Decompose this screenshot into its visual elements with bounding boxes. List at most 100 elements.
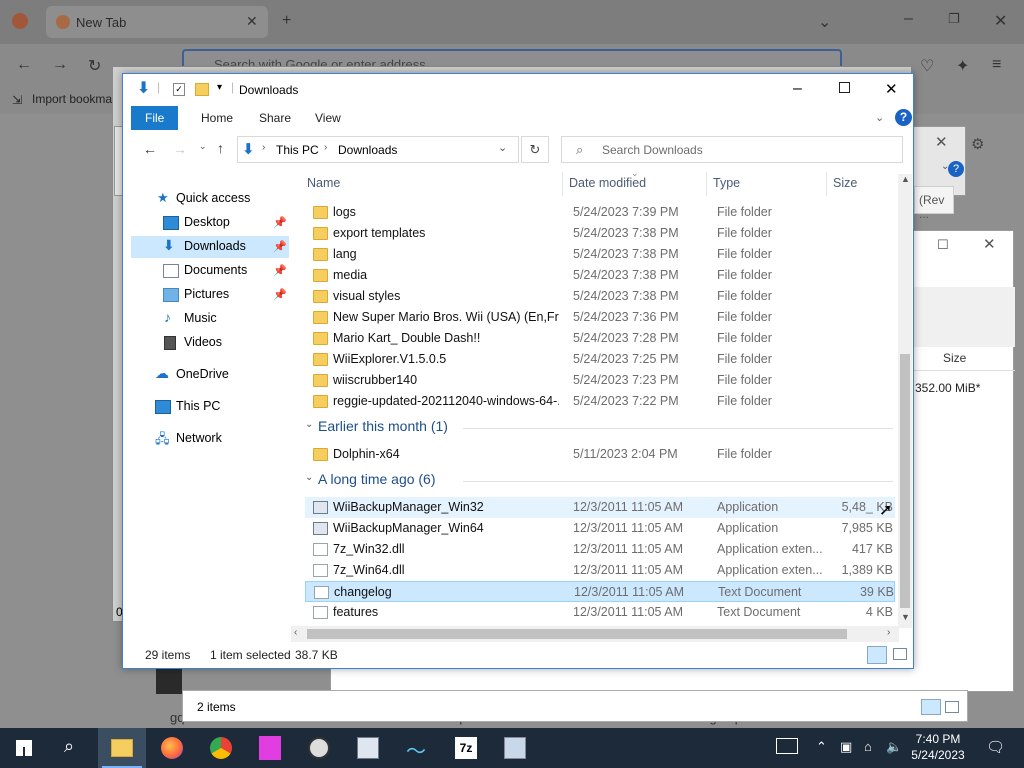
recent-locations-icon[interactable]: ⌄ bbox=[199, 141, 207, 152]
taskbar-dolphin[interactable]: 〜 bbox=[393, 728, 441, 768]
taskbar-notepad[interactable] bbox=[491, 728, 539, 768]
details-view-icon[interactable] bbox=[867, 646, 887, 664]
scroll-thumb[interactable] bbox=[900, 354, 910, 608]
refresh-button[interactable]: ↻ bbox=[521, 136, 549, 163]
taskbar-app-pink[interactable] bbox=[246, 728, 294, 768]
list-item[interactable]: media 5/24/2023 7:38 PM File folder bbox=[305, 265, 895, 286]
pin-icon[interactable]: 📌 bbox=[273, 216, 287, 229]
nav-quick-access[interactable]: ★ Quick access bbox=[131, 188, 289, 210]
nav-videos[interactable]: Videos bbox=[131, 332, 289, 354]
horizontal-scrollbar[interactable]: ‹ › bbox=[291, 626, 899, 642]
taskbar-app-wbm[interactable] bbox=[344, 728, 392, 768]
list-item-selected[interactable]: changelog 12/3/2011 11:05 AM Text Document… bbox=[305, 581, 895, 602]
search-button[interactable]: ⌕ bbox=[48, 728, 96, 768]
large-icons-view-icon[interactable] bbox=[893, 648, 907, 660]
close-icon[interactable]: ✕ bbox=[994, 11, 1007, 31]
list-item[interactable]: 7z_Win32.dll 12/3/2011 11:05 AM Applicatio… bbox=[305, 539, 895, 560]
list-item[interactable]: WiiBackupManager_Win64 12/3/2011 11:05 AM… bbox=[305, 518, 895, 539]
column-divider[interactable] bbox=[826, 172, 827, 196]
taskbar-app-face[interactable] bbox=[295, 728, 343, 768]
close-icon[interactable]: ✕ bbox=[983, 235, 996, 253]
breadcrumb-downloads[interactable]: Downloads bbox=[338, 143, 397, 157]
scroll-up-icon[interactable]: ▲ bbox=[901, 174, 910, 184]
revision-field[interactable]: (Rev ... bbox=[914, 186, 954, 221]
expand-ribbon-icon[interactable]: ⌄ bbox=[875, 111, 884, 124]
nav-desktop[interactable]: Desktop 📌 bbox=[131, 212, 289, 234]
address-dropdown-icon[interactable]: ⌄ bbox=[498, 141, 507, 154]
browser-tab[interactable]: New Tab ✕ bbox=[46, 6, 268, 38]
scroll-thumb[interactable] bbox=[307, 629, 847, 639]
large-icons-view-icon[interactable] bbox=[945, 701, 959, 713]
new-folder-icon[interactable] bbox=[195, 83, 209, 96]
maximize-icon[interactable] bbox=[839, 82, 850, 93]
taskbar-file-explorer[interactable] bbox=[98, 728, 146, 768]
pin-icon[interactable]: 📌 bbox=[273, 264, 287, 277]
close-tab-icon[interactable]: ✕ bbox=[246, 13, 258, 30]
list-item[interactable]: wiiscrubber140 5/24/2023 7:23 PM File fold… bbox=[305, 370, 895, 391]
list-item[interactable]: visual styles 5/24/2023 7:38 PM File folde… bbox=[305, 286, 895, 307]
tab-share[interactable]: Share bbox=[245, 106, 305, 130]
search-input[interactable]: ⌕ Search Downloads bbox=[561, 136, 903, 163]
new-tab-icon[interactable]: + bbox=[282, 12, 291, 30]
taskbar-7zip[interactable]: 7z bbox=[442, 728, 490, 768]
nav-pictures[interactable]: Pictures 📌 bbox=[131, 284, 289, 306]
notifications-icon[interactable]: 🗨 bbox=[986, 738, 1005, 756]
vertical-scrollbar[interactable]: ▲ ▼ bbox=[898, 174, 912, 628]
forward-icon[interactable]: → bbox=[52, 56, 68, 74]
list-item[interactable]: 7z_Win64.dll 12/3/2011 11:05 AM Applicatio… bbox=[305, 560, 895, 581]
firefox-icon[interactable] bbox=[12, 13, 28, 29]
nav-music[interactable]: ♪ Music bbox=[131, 308, 289, 330]
scroll-right-icon[interactable]: › bbox=[887, 627, 890, 638]
list-item[interactable]: WiiBackupManager_Win32 12/3/2011 11:05 AM… bbox=[305, 497, 895, 518]
column-divider[interactable] bbox=[706, 172, 707, 196]
list-item[interactable]: Dolphin-x64 5/11/2023 2:04 PM File folder bbox=[305, 444, 895, 465]
scroll-left-icon[interactable]: ‹ bbox=[294, 627, 297, 638]
collapse-chevron-icon[interactable]: ⌄ bbox=[305, 419, 313, 430]
column-size[interactable]: Size bbox=[833, 176, 857, 190]
back-icon[interactable]: ← bbox=[143, 141, 157, 157]
details-view-icon[interactable] bbox=[921, 699, 941, 715]
restore-icon[interactable]: ❐ bbox=[948, 11, 960, 27]
tab-home[interactable]: Home bbox=[187, 106, 247, 130]
collapse-chevron-icon[interactable]: ⌄ bbox=[305, 472, 313, 483]
network-icon[interactable]: ⌂ bbox=[864, 739, 872, 754]
clock[interactable]: 7:40 PM 5/24/2023 bbox=[908, 731, 968, 763]
volume-muted-icon[interactable]: 🔈 bbox=[886, 739, 902, 755]
minimize-icon[interactable]: – bbox=[793, 80, 802, 98]
group-header-long-ago[interactable]: ⌄ A long time ago (6) bbox=[303, 469, 895, 493]
address-bar[interactable]: ⬇ › This PC › Downloads ⌄ bbox=[237, 136, 519, 163]
up-icon[interactable]: ↑ bbox=[217, 140, 224, 156]
back-icon[interactable]: ← bbox=[16, 56, 32, 74]
list-item[interactable]: features 12/3/2011 11:05 AM Text Document 4… bbox=[305, 602, 895, 623]
list-item[interactable]: New Super Mario Bros. Wii (USA) (En,Fr,E… bbox=[305, 307, 895, 328]
help-icon[interactable]: ? bbox=[895, 109, 912, 126]
extensions-icon[interactable]: ✦ bbox=[956, 56, 969, 76]
close-icon[interactable]: ✕ bbox=[935, 133, 948, 151]
column-divider[interactable] bbox=[562, 172, 563, 196]
minimize-icon[interactable]: – bbox=[904, 10, 913, 28]
list-item[interactable]: reggie-updated-202112040-windows-64-... 5… bbox=[305, 391, 895, 412]
nav-this-pc[interactable]: This PC bbox=[131, 396, 289, 418]
nav-downloads[interactable]: ⬇ Downloads 📌 bbox=[131, 236, 289, 258]
touch-keyboard-icon[interactable] bbox=[776, 738, 798, 754]
list-item[interactable]: logs 5/24/2023 7:39 PM File folder bbox=[305, 202, 895, 223]
taskbar-chrome[interactable] bbox=[197, 728, 245, 768]
list-item[interactable]: WiiExplorer.V1.5.0.5 5/24/2023 7:25 PM Fil… bbox=[305, 349, 895, 370]
reload-icon[interactable]: ↻ bbox=[88, 56, 101, 76]
forward-icon[interactable]: → bbox=[173, 141, 187, 157]
pin-icon[interactable]: 📌 bbox=[273, 240, 287, 253]
tab-view[interactable]: View bbox=[301, 106, 355, 130]
column-name[interactable]: Name bbox=[307, 176, 340, 190]
close-icon[interactable]: ✕ bbox=[885, 80, 898, 98]
gear-icon[interactable]: ⚙ bbox=[971, 135, 984, 153]
network-status-icon[interactable]: ▣ bbox=[840, 739, 852, 755]
size-column-header[interactable]: Size bbox=[943, 351, 966, 365]
nav-onedrive[interactable]: ☁ OneDrive bbox=[131, 364, 289, 386]
taskbar-firefox[interactable] bbox=[148, 728, 196, 768]
pin-icon[interactable]: 📌 bbox=[273, 288, 287, 301]
list-item[interactable]: Mario Kart_ Double Dash!! 5/24/2023 7:28 … bbox=[305, 328, 895, 349]
maximize-icon[interactable]: ☐ bbox=[937, 237, 949, 253]
pocket-icon[interactable]: ♡ bbox=[920, 56, 934, 76]
start-button[interactable] bbox=[0, 728, 48, 768]
column-type[interactable]: Type bbox=[713, 176, 740, 190]
